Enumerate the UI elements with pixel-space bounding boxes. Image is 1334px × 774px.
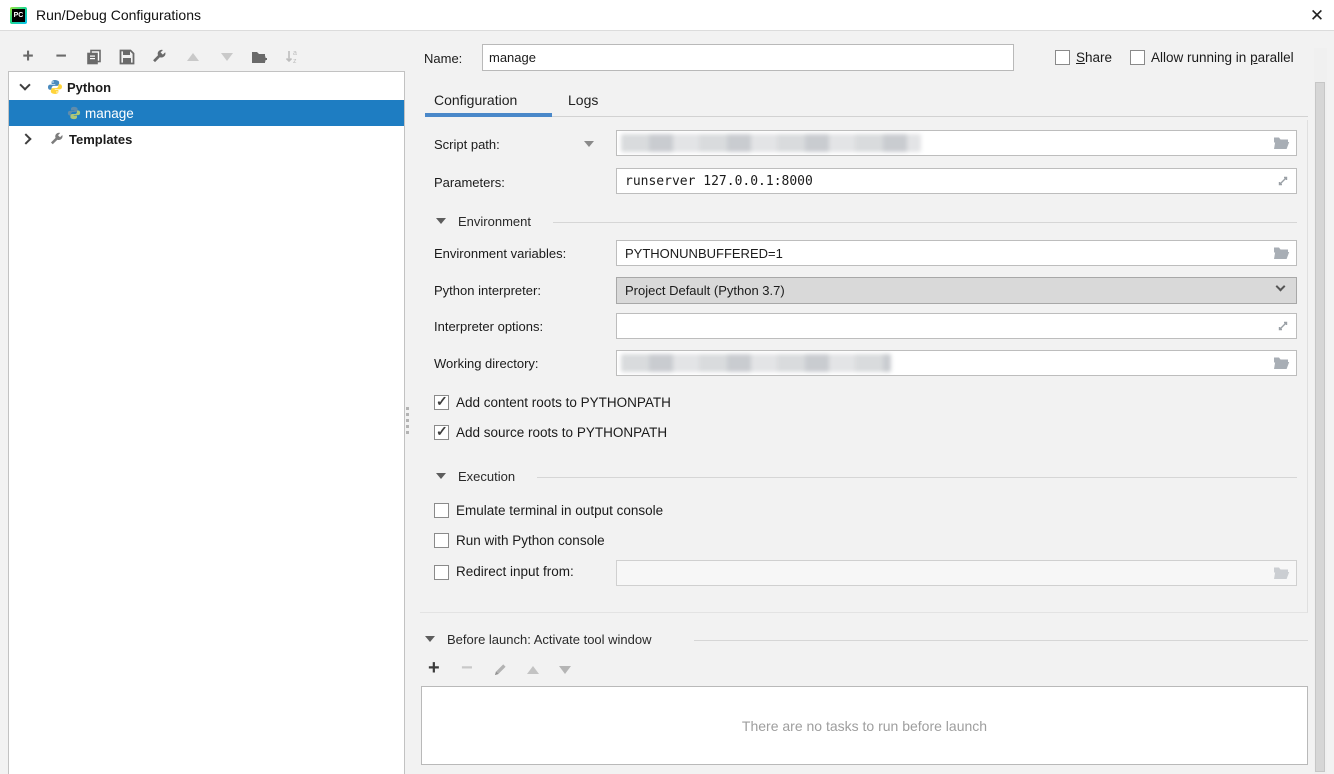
folder-icon[interactable] (1273, 246, 1290, 260)
allow-parallel-label: Allow running in parallel (1151, 50, 1294, 65)
script-path-dropdown-icon[interactable] (584, 141, 594, 147)
expand-icon[interactable] (1276, 174, 1290, 188)
tab-logs[interactable]: Logs (568, 92, 598, 108)
share-checkbox[interactable]: ✓ (1055, 50, 1070, 65)
redirect-input-checkbox[interactable]: ✓ (434, 565, 449, 580)
allow-parallel-checkbox[interactable]: ✓ (1130, 50, 1145, 65)
working-dir-field[interactable] (616, 350, 1297, 376)
before-launch-title: Before launch: Activate tool window (447, 632, 652, 647)
env-vars-label: Environment variables: (434, 246, 566, 261)
script-path-label: Script path: (434, 137, 500, 152)
tree-item-templates[interactable]: Templates (9, 126, 404, 152)
folder-icon[interactable] (1273, 136, 1290, 150)
copy-icon[interactable] (83, 46, 105, 68)
run-python-console-checkbox[interactable]: ✓ (434, 533, 449, 548)
new-folder-icon[interactable] (248, 46, 270, 68)
name-input[interactable] (482, 44, 1014, 71)
execution-section-title: Execution (458, 469, 515, 484)
interpreter-value: Project Default (Python 3.7) (625, 283, 785, 298)
environment-section-title: Environment (458, 214, 531, 229)
interpreter-combobox[interactable]: Project Default (Python 3.7) (616, 277, 1297, 304)
close-icon[interactable]: ✕ (1305, 4, 1329, 28)
remove-task-icon[interactable]: − (461, 659, 473, 679)
chevron-down-icon (1276, 282, 1286, 292)
emulate-terminal-label: Emulate terminal in output console (456, 503, 663, 518)
expand-icon[interactable] (1276, 319, 1290, 333)
tree-item-manage[interactable]: manage (9, 100, 404, 126)
working-dir-label: Working directory: (434, 356, 539, 371)
parameters-field[interactable]: runserver 127.0.0.1:8000 (616, 168, 1297, 194)
move-up-icon[interactable] (182, 46, 204, 68)
tab-strip-line (552, 116, 1308, 117)
run-python-console-label: Run with Python console (456, 533, 605, 548)
svg-text:a: a (293, 50, 297, 57)
move-down-icon[interactable] (216, 46, 238, 68)
task-up-icon[interactable] (527, 666, 539, 674)
folder-icon (1273, 566, 1290, 580)
configurations-tree: Python manage Templates (8, 71, 405, 774)
name-label: Name: (424, 51, 462, 66)
chevron-down-icon[interactable] (19, 79, 30, 90)
tree-item-label: Templates (69, 132, 132, 147)
redacted-text (621, 354, 891, 372)
tree-item-python[interactable]: Python (9, 74, 404, 100)
add-task-icon[interactable]: + (428, 659, 440, 679)
add-content-roots-checkbox[interactable]: ✓ (434, 395, 449, 410)
env-vars-value: PYTHONUNBUFFERED=1 (625, 246, 783, 261)
folder-icon[interactable] (1273, 356, 1290, 370)
sort-alpha-icon[interactable]: az (281, 46, 303, 68)
section-divider (694, 640, 1308, 641)
before-launch-collapse-icon[interactable] (425, 636, 435, 642)
chevron-right-icon[interactable] (20, 133, 31, 144)
add-source-roots-label: Add source roots to PYTHONPATH (456, 425, 667, 440)
before-launch-task-list[interactable]: There are no tasks to run before launch (421, 686, 1308, 765)
pycharm-logo-icon: PC (10, 7, 27, 24)
share-label: Share (1076, 50, 1112, 65)
section-divider (553, 222, 1297, 223)
task-down-icon[interactable] (559, 666, 571, 674)
python-icon (67, 106, 81, 120)
tree-item-label: manage (85, 106, 134, 121)
interpreter-label: Python interpreter: (434, 283, 541, 298)
window-title: Run/Debug Configurations (36, 7, 201, 23)
python-icon (47, 79, 63, 95)
add-content-roots-label: Add content roots to PYTHONPATH (456, 395, 671, 410)
wrench-icon[interactable] (148, 46, 170, 68)
active-tab-underline (425, 113, 552, 117)
empty-task-message: There are no tasks to run before launch (742, 718, 987, 734)
remove-icon[interactable]: − (50, 46, 72, 68)
script-path-field[interactable] (616, 130, 1297, 156)
interpreter-options-field[interactable] (616, 313, 1297, 339)
redirect-input-label: Redirect input from: (456, 564, 574, 579)
env-vars-field[interactable]: PYTHONUNBUFFERED=1 (616, 240, 1297, 266)
redacted-text (621, 134, 921, 152)
execution-collapse-icon[interactable] (436, 473, 446, 479)
wrench-icon (49, 132, 64, 147)
add-icon[interactable]: + (17, 46, 39, 68)
pencil-icon[interactable] (493, 662, 508, 677)
splitter-handle[interactable] (406, 404, 410, 437)
redirect-input-field (616, 560, 1297, 586)
save-icon[interactable] (116, 46, 138, 68)
add-source-roots-checkbox[interactable]: ✓ (434, 425, 449, 440)
parameters-value: runserver 127.0.0.1:8000 (625, 174, 813, 189)
tree-item-label: Python (67, 80, 111, 95)
svg-text:z: z (293, 58, 297, 65)
tab-configuration[interactable]: Configuration (434, 92, 517, 108)
vertical-scrollbar[interactable] (1314, 48, 1327, 774)
environment-collapse-icon[interactable] (436, 218, 446, 224)
scrollbar-thumb[interactable] (1315, 82, 1325, 772)
emulate-terminal-checkbox[interactable]: ✓ (434, 503, 449, 518)
section-divider (537, 477, 1297, 478)
interpreter-options-label: Interpreter options: (434, 319, 543, 334)
parameters-label: Parameters: (434, 175, 505, 190)
